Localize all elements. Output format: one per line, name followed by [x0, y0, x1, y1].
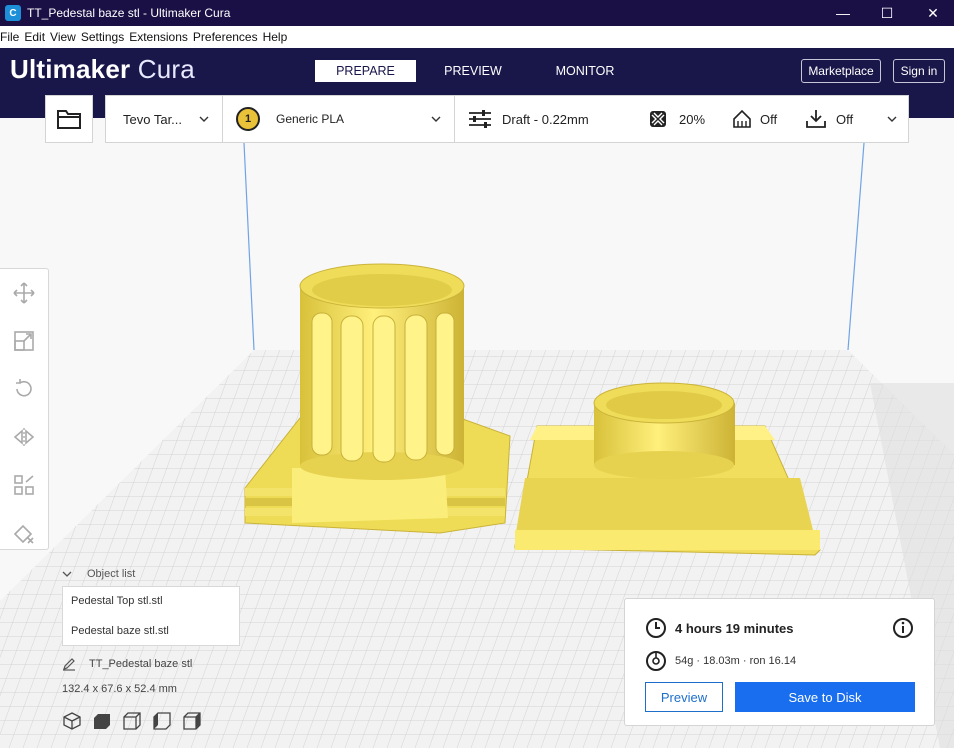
material-usage: 54g · 18.03m · ron 16.14 — [675, 655, 797, 667]
minimize-icon[interactable]: — — [820, 0, 866, 26]
menu-settings[interactable]: Settings — [81, 30, 127, 44]
infill-indicator[interactable]: 20% — [649, 96, 705, 142]
print-settings-bar: Tevo Tar... 1 Generic PLA Draft - 0.22mm… — [105, 95, 909, 143]
material-selector[interactable]: 1 Generic PLA — [236, 96, 344, 142]
adhesion-icon — [806, 110, 826, 128]
print-estimate-panel: 4 hours 19 minutes 54g · 18.03m · ron 16… — [624, 598, 935, 726]
transform-toolbar — [0, 268, 49, 550]
menu-file[interactable]: File — [0, 30, 22, 44]
model-dimensions: 132.4 x 67.6 x 52.4 mm — [62, 683, 177, 695]
object-list: Pedestal Top stl.stl Pedestal baze stl.s… — [62, 586, 240, 646]
front-view-icon[interactable] — [92, 711, 112, 731]
folder-icon — [57, 110, 81, 129]
printer-name: Tevo Tar... — [123, 111, 183, 127]
scale-tool-icon[interactable] — [12, 329, 36, 353]
camera-view-buttons — [62, 711, 212, 731]
3d-view-icon[interactable] — [62, 711, 82, 731]
mirror-tool-icon[interactable] — [12, 425, 36, 449]
menu-edit[interactable]: Edit — [24, 30, 48, 44]
per-model-settings-icon[interactable] — [12, 473, 36, 497]
ultimaker-cura-logo: Ultimaker Cura — [10, 54, 195, 85]
marketplace-button[interactable]: Marketplace — [801, 59, 881, 83]
tab-monitor[interactable]: MONITOR — [535, 60, 635, 82]
print-time: 4 hours 19 minutes — [675, 621, 794, 636]
top-view-icon[interactable] — [122, 711, 142, 731]
object-list-toggle[interactable]: Object list — [62, 568, 135, 580]
menu-help[interactable]: Help — [263, 30, 291, 44]
material-name: Generic PLA — [276, 112, 345, 126]
support-indicator[interactable]: Off — [732, 96, 777, 142]
move-tool-icon[interactable] — [12, 281, 36, 305]
info-icon[interactable] — [892, 617, 914, 639]
printer-selector[interactable]: Tevo Tar... — [123, 96, 182, 142]
object-list-title: Object list — [87, 568, 136, 580]
rotate-tool-icon[interactable] — [12, 377, 36, 401]
open-file-button[interactable] — [45, 95, 93, 143]
chevron-down-icon[interactable] — [886, 113, 898, 125]
print-settings-selector[interactable]: Draft - 0.22mm — [468, 96, 589, 142]
right-view-icon[interactable] — [182, 711, 202, 731]
list-item[interactable]: Pedestal Top stl.stl — [71, 595, 163, 607]
title-bar: C TT_Pedestal baze stl - Ultimaker Cura … — [0, 0, 954, 26]
clock-icon — [646, 618, 666, 638]
infill-icon — [650, 111, 666, 127]
tab-prepare[interactable]: PREPARE — [315, 60, 416, 82]
sign-in-button[interactable]: Sign in — [893, 59, 945, 83]
close-icon[interactable]: ✕ — [910, 0, 954, 26]
profile-name: Draft - 0.22mm — [502, 111, 589, 127]
menu-preferences[interactable]: Preferences — [193, 30, 261, 44]
chevron-down-icon — [431, 116, 441, 122]
maximize-icon[interactable]: ☐ — [864, 0, 910, 26]
extruder-badge-icon: 1 — [236, 107, 260, 131]
logo-cura: Cura — [137, 54, 195, 84]
list-item[interactable]: Pedestal baze stl.stl — [71, 625, 169, 637]
support-icon — [733, 109, 751, 128]
left-view-icon[interactable] — [152, 711, 172, 731]
chevron-down-icon — [62, 571, 72, 577]
pencil-icon[interactable] — [62, 657, 76, 671]
menu-bar: File Edit View Settings Extensions Prefe… — [0, 26, 954, 48]
cura-app-icon: C — [5, 5, 21, 21]
sliders-icon — [469, 110, 491, 128]
menu-view[interactable]: View — [50, 30, 79, 44]
support-value: Off — [760, 111, 778, 127]
adhesion-indicator[interactable]: Off — [806, 96, 853, 142]
current-file-name: TT_Pedestal baze stl — [89, 658, 193, 670]
chevron-down-icon — [199, 116, 209, 122]
preview-button[interactable]: Preview — [645, 682, 723, 712]
infill-value: 20% — [679, 111, 706, 127]
current-file-row: TT_Pedestal baze stl — [62, 657, 192, 671]
menu-extensions[interactable]: Extensions — [129, 30, 191, 44]
save-to-disk-button[interactable]: Save to Disk — [735, 682, 915, 712]
tab-preview[interactable]: PREVIEW — [424, 60, 522, 82]
spool-icon — [646, 651, 666, 671]
adhesion-value: Off — [836, 111, 854, 127]
logo-ultimaker: Ultimaker — [10, 54, 131, 84]
window-title: TT_Pedestal baze stl - Ultimaker Cura — [27, 6, 231, 20]
support-blocker-icon[interactable] — [12, 521, 36, 545]
